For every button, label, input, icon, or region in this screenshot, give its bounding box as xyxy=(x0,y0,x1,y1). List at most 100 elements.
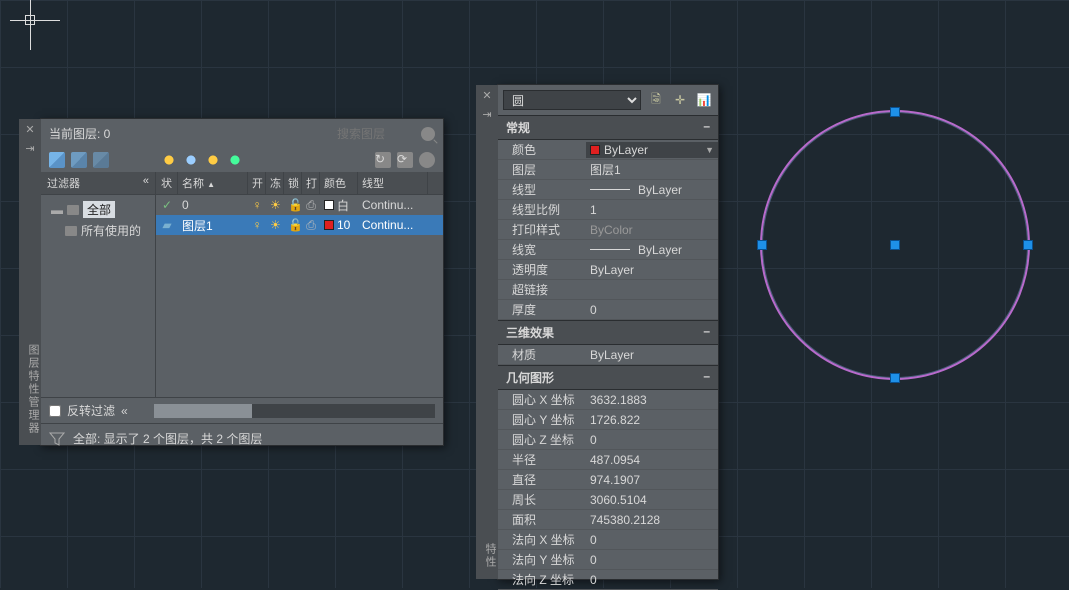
object-type-dropdown[interactable]: 圆 xyxy=(503,90,641,110)
prop-row-normaly[interactable]: 法向 Y 坐标0 xyxy=(498,550,718,570)
layer-state-icon-4[interactable] xyxy=(227,152,243,168)
horizontal-scrollbar[interactable] xyxy=(154,404,435,418)
col-on[interactable]: 开 xyxy=(248,172,266,194)
printer-icon[interactable]: ⎙ xyxy=(302,218,320,233)
prop-row-transparency[interactable]: 透明度ByLayer xyxy=(498,260,718,280)
layer-search-input[interactable] xyxy=(337,127,417,141)
grip-center[interactable] xyxy=(890,240,900,250)
tree-root[interactable]: ▬ 全部 xyxy=(45,199,151,220)
layer-name: 图层1 xyxy=(178,217,248,234)
prop-row-normalx[interactable]: 法向 X 坐标0 xyxy=(498,530,718,550)
lock-icon[interactable]: 🔓 xyxy=(284,218,302,232)
close-icon[interactable]: ✕ xyxy=(482,89,491,102)
props-panel-titlebar[interactable]: ✕ ⇥ xyxy=(476,85,498,579)
layer-state-icon-3[interactable] xyxy=(205,152,221,168)
status-text: 全部: 显示了 2 个图层，共 2 个图层 xyxy=(73,430,262,447)
color-swatch[interactable] xyxy=(324,220,334,230)
layer-state-icon-1[interactable] xyxy=(161,152,177,168)
select-objects-icon[interactable]: ✛ xyxy=(671,91,689,109)
lock-icon[interactable]: 🔓 xyxy=(284,198,302,212)
col-plot[interactable]: 打 xyxy=(302,172,320,194)
bulb-icon[interactable]: ♀ xyxy=(248,198,266,212)
prop-row-radius[interactable]: 半径487.0954 xyxy=(498,450,718,470)
printer-icon[interactable]: ⎙ xyxy=(302,198,320,213)
refresh-icon[interactable]: ↻ xyxy=(375,152,391,168)
grip-top[interactable] xyxy=(890,107,900,117)
close-icon[interactable]: ✕ xyxy=(25,123,34,136)
canvas-circle-selection[interactable] xyxy=(760,110,1030,380)
pin-icon[interactable]: ⇥ xyxy=(25,142,34,155)
tree-used[interactable]: 所有使用的 xyxy=(45,220,151,241)
prop-row-centery[interactable]: 圆心 Y 坐标1726.822 xyxy=(498,410,718,430)
layer-row[interactable]: ▰ 图层1 ♀ ☀ 🔓 ⎙ 10 Continu... xyxy=(156,215,443,235)
prop-row-material[interactable]: 材质ByLayer xyxy=(498,345,718,365)
grip-bottom[interactable] xyxy=(890,373,900,383)
col-color[interactable]: 颜色 xyxy=(320,172,358,194)
filter-status-icon xyxy=(49,432,65,446)
line-sample-icon xyxy=(590,249,630,250)
pin-icon[interactable]: ⇥ xyxy=(482,108,491,121)
col-lock[interactable]: 锁 xyxy=(284,172,302,194)
invert-filter-label: 反转过滤 xyxy=(67,402,115,419)
prop-row-diameter[interactable]: 直径974.1907 xyxy=(498,470,718,490)
delete-layer-icon[interactable] xyxy=(93,152,109,168)
grip-left[interactable] xyxy=(757,240,767,250)
invert-filter-checkbox[interactable] xyxy=(49,405,61,417)
collapse-icon[interactable]: – xyxy=(703,324,710,341)
new-layer-vp-icon[interactable] xyxy=(71,152,87,168)
props-panel-title: 特性 xyxy=(476,543,498,569)
tree-used-label: 所有使用的 xyxy=(81,222,141,239)
tree-all-label: 全部 xyxy=(83,201,115,218)
prop-row-centerx[interactable]: 圆心 X 坐标3632.1883 xyxy=(498,390,718,410)
section-general[interactable]: 常规 – xyxy=(498,115,718,140)
prop-row-normalz[interactable]: 法向 Z 坐标0 xyxy=(498,570,718,590)
sun-icon[interactable]: ☀ xyxy=(266,198,284,212)
toggle-icon[interactable]: ⟳ xyxy=(397,152,413,168)
prop-row-layer[interactable]: 图层图层1 xyxy=(498,160,718,180)
prop-row-lineweight[interactable]: 线宽ByLayer xyxy=(498,240,718,260)
col-freeze[interactable]: 冻 xyxy=(266,172,284,194)
quick-select-icon[interactable]: 🗟 xyxy=(647,91,665,109)
new-layer-icon[interactable] xyxy=(49,152,65,168)
prop-row-ltscale[interactable]: 线型比例1 xyxy=(498,200,718,220)
col-linetype[interactable]: 线型 xyxy=(358,172,428,194)
section-3d-effects[interactable]: 三维效果 – xyxy=(498,320,718,345)
prop-row-plotstyle[interactable]: 打印样式ByColor xyxy=(498,220,718,240)
invert-collapse-icon[interactable]: « xyxy=(121,404,128,418)
layer-status-icon: ▰ xyxy=(162,218,171,232)
prop-row-linetype[interactable]: 线型ByLayer xyxy=(498,180,718,200)
layer-toolbar: ↻ ⟳ xyxy=(41,148,443,172)
section-geometry[interactable]: 几何图形 – xyxy=(498,365,718,390)
col-name[interactable]: 名称 ▲ xyxy=(178,172,248,194)
color-swatch[interactable] xyxy=(324,200,334,210)
search-icon[interactable] xyxy=(421,127,435,141)
prop-row-circumference[interactable]: 周长3060.5104 xyxy=(498,490,718,510)
filter-header-label: 过滤器 xyxy=(47,175,80,191)
folder-icon xyxy=(65,226,77,236)
linetype-value[interactable]: Continu... xyxy=(358,218,428,232)
layer-row[interactable]: ✓ 0 ♀ ☀ 🔓 ⎙ 白 Continu... xyxy=(156,195,443,215)
line-sample-icon xyxy=(590,189,630,190)
prop-row-color[interactable]: 颜色 ByLayer▼ xyxy=(498,140,718,160)
prop-row-hyperlink[interactable]: 超链接 xyxy=(498,280,718,300)
circle-entity[interactable] xyxy=(760,110,1030,380)
quick-calc-icon[interactable]: 📊 xyxy=(695,91,713,109)
col-status[interactable]: 状 xyxy=(156,172,178,194)
prop-row-centerz[interactable]: 圆心 Z 坐标0 xyxy=(498,430,718,450)
prop-row-thickness[interactable]: 厚度0 xyxy=(498,300,718,320)
layers-column: 状 名称 ▲ 开 冻 锁 打 颜色 线型 ✓ 0 ♀ ☀ 🔓 ⎙ 白 Conti xyxy=(156,172,443,397)
chevron-down-icon[interactable]: ▼ xyxy=(705,145,714,155)
layer-state-icon-2[interactable] xyxy=(183,152,199,168)
collapse-icon[interactable]: – xyxy=(703,119,710,136)
check-icon: ✓ xyxy=(162,198,172,212)
collapse-icon[interactable]: – xyxy=(703,369,710,386)
grip-right[interactable] xyxy=(1023,240,1033,250)
sun-icon[interactable]: ☀ xyxy=(266,218,284,232)
folder-icon xyxy=(67,205,79,215)
prop-row-area[interactable]: 面积745380.2128 xyxy=(498,510,718,530)
bulb-icon[interactable]: ♀ xyxy=(248,218,266,232)
linetype-value[interactable]: Continu... xyxy=(358,198,428,212)
filter-collapse-icon[interactable]: « xyxy=(143,175,149,191)
properties-panel: ✕ ⇥ 特性 圆 🗟 ✛ 📊 常规 – 颜色 ByLayer▼ 图层图层1 线型… xyxy=(497,84,719,580)
settings-icon[interactable] xyxy=(419,152,435,168)
